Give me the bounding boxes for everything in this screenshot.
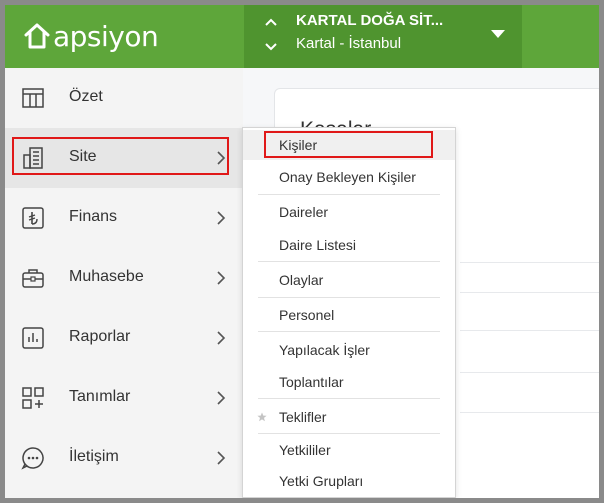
menu-item-personel[interactable]: Personel [243, 300, 455, 330]
chat-bubble-icon [21, 447, 44, 470]
highlight-box-kisiler [264, 131, 433, 158]
site-location: Kartal - İstanbul [296, 35, 402, 52]
chevron-right-icon [217, 211, 226, 225]
menu-item-olaylar[interactable]: Olaylar [243, 265, 455, 295]
sidebar-item-label: Finans [69, 208, 118, 225]
sidebar-item-muhasebe[interactable]: Muhasebe [5, 248, 243, 308]
sidebar-item-iletisim[interactable]: İletişim [5, 428, 243, 488]
sidebar-item-label: İletişim [69, 448, 119, 465]
menu-item-daire-listesi[interactable]: Daire Listesi [243, 230, 455, 260]
menu-item-daireler[interactable]: Daireler [243, 197, 455, 227]
menu-item-yapilacak-isler[interactable]: Yapılacak İşler [243, 335, 455, 365]
divider [258, 433, 440, 434]
menu-item-yetkililer[interactable]: Yetkililer [243, 435, 455, 465]
site-submenu: Kişiler Onay Bekleyen Kişiler Daireler D… [242, 127, 456, 498]
grid-plus-icon [22, 387, 44, 409]
divider [258, 261, 440, 262]
divider [460, 412, 599, 413]
site-switcher[interactable]: KARTAL DOĞA SİT... Kartal - İstanbul [244, 5, 522, 68]
menu-item-label: Teklifler [279, 409, 327, 425]
divider [460, 330, 599, 331]
sidebar-item-label: Özet [69, 88, 103, 105]
sidebar-item-ozet[interactable]: Özet [5, 68, 243, 128]
divider [460, 292, 599, 293]
top-bar: apsiyon KARTAL DOĞA SİT... Kartal - İsta… [5, 5, 599, 68]
divider [460, 372, 599, 373]
caret-down-icon[interactable] [491, 30, 505, 38]
menu-item-onay-bekleyen-kisiler[interactable]: Onay Bekleyen Kişiler [243, 162, 455, 192]
table-icon [22, 88, 44, 108]
menu-item-teklifler[interactable]: Teklifler [243, 402, 455, 432]
sidebar-item-label: Raporlar [69, 328, 131, 345]
chevron-up-down-icon [265, 18, 277, 51]
chevron-right-icon [217, 331, 226, 345]
bar-chart-icon [22, 327, 44, 349]
sidebar-item-raporlar[interactable]: Raporlar [5, 308, 243, 368]
lira-icon [22, 207, 44, 229]
site-name: KARTAL DOĞA SİT... [296, 12, 444, 29]
divider [460, 262, 599, 263]
logo-text: apsiyon [53, 19, 159, 53]
chevron-right-icon [217, 391, 226, 405]
divider [258, 331, 440, 332]
sidebar: Özet Site Finans Muhasebe Raporlar Tanım… [5, 68, 243, 498]
sidebar-item-label: Muhasebe [69, 268, 144, 285]
sidebar-item-tanimlar[interactable]: Tanımlar [5, 368, 243, 428]
sidebar-item-finans[interactable]: Finans [5, 188, 243, 248]
house-icon [24, 23, 50, 49]
divider [258, 194, 440, 195]
logo[interactable]: apsiyon [23, 19, 159, 53]
divider [258, 398, 440, 399]
chevron-right-icon [217, 451, 226, 465]
sidebar-item-label: Tanımlar [69, 388, 131, 405]
chevron-right-icon [217, 271, 226, 285]
menu-item-yetki-gruplari[interactable]: Yetki Grupları [243, 466, 455, 496]
highlight-box-site [12, 137, 229, 175]
divider [258, 297, 440, 298]
menu-item-toplantilar[interactable]: Toplantılar [243, 367, 455, 397]
star-icon [257, 412, 267, 422]
briefcase-icon [22, 269, 44, 288]
